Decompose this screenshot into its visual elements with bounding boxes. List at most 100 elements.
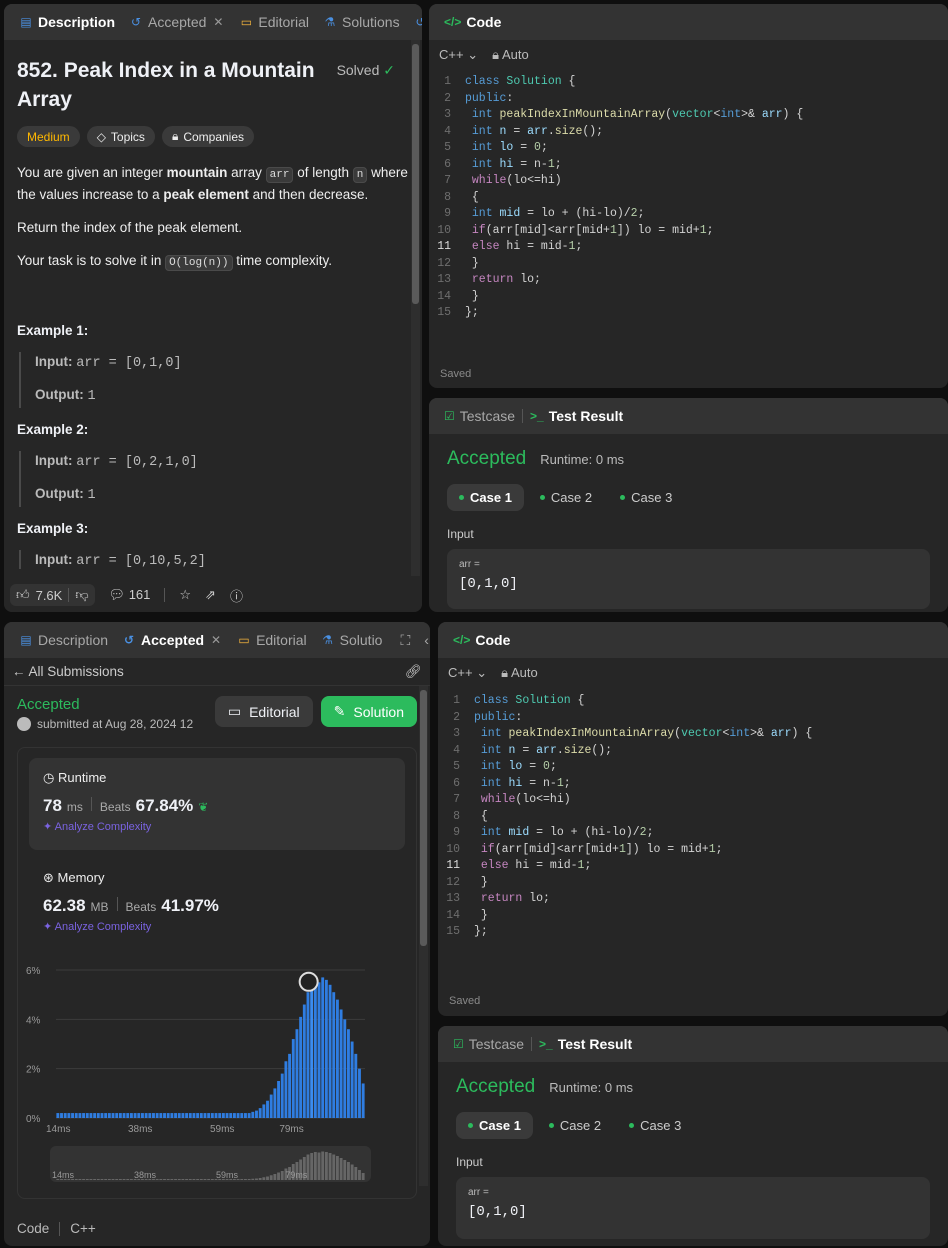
tab-solutions[interactable]: ⚗ Solutio [314, 622, 390, 658]
tab-editorial[interactable]: ▭ Editorial [232, 4, 316, 40]
code-icon: </> [444, 15, 462, 29]
histogram-bar [56, 1113, 60, 1118]
memory-card[interactable]: ⊛ Memory 62.38 MB Beats 41.97% ✦ Analyze… [29, 858, 405, 950]
histogram-bar [104, 1113, 108, 1118]
overview-bar [358, 1170, 361, 1180]
tab-description[interactable]: ▤ Description [12, 4, 122, 40]
tab-code[interactable]: </> Code [437, 4, 508, 40]
overview-bar [269, 1175, 273, 1180]
overview-bar [361, 1173, 365, 1180]
histogram-bar [347, 1029, 350, 1118]
runtime-distribution-chart[interactable]: 6% 4% 2% 0% 14ms 38ms 59ms 79ms 14ms 38ms 59ms 79ms [20, 958, 380, 1190]
tab-submissions[interactable]: ↺S [407, 4, 422, 40]
histogram-bar [218, 1113, 222, 1118]
overview-bar [347, 1162, 350, 1180]
runtime-card[interactable]: ◷ Runtime 78 ms Beats 67.84% ❦ ✦ Analyze… [29, 758, 405, 850]
tab-test-result[interactable]: >_ Test Result [523, 398, 630, 434]
close-icon[interactable]: ✕ [209, 633, 223, 647]
input-label: Input [456, 1155, 483, 1169]
histogram-bar [328, 984, 332, 1118]
editorial-button[interactable]: ▭ Editorial [214, 696, 313, 727]
code-editor[interactable]: 1 class Solution { 2 public: 3 int peakInd… [438, 693, 948, 941]
overview-bar [107, 1179, 111, 1180]
case-3-button[interactable]: Case 3 [617, 1112, 693, 1139]
user-marker [298, 971, 319, 992]
history-icon: ↺ [124, 633, 135, 647]
tag-icon: ◇ [96, 129, 106, 144]
overview-bar [159, 1179, 163, 1180]
histogram-bar [277, 1081, 280, 1118]
companies-chip[interactable]: 🔒︎ Companies [161, 126, 255, 147]
close-icon[interactable]: ✕ [211, 15, 225, 29]
case-1-button[interactable]: Case 1 [447, 484, 524, 511]
examples: Example 1: Input: arr = [0,1,0] Output: … [17, 323, 409, 569]
overview-bar [203, 1179, 207, 1180]
chevron-left-icon[interactable]: ‹ [417, 622, 430, 658]
all-submissions-link[interactable]: ← All Submissions [12, 664, 124, 679]
auto-mode[interactable]: 🔒︎ Auto [501, 665, 538, 681]
analyze-complexity-link[interactable]: ✦ Analyze Complexity [43, 820, 391, 833]
histogram-bar [137, 1113, 141, 1118]
overview-bar [89, 1179, 93, 1180]
expand-icon[interactable]: ⛶ [393, 622, 417, 658]
help-icon[interactable]: ⓘ [230, 586, 243, 605]
histogram-bar [107, 1113, 111, 1118]
case-2-button[interactable]: Case 2 [528, 484, 604, 511]
link-icon[interactable]: 🔗︎ [405, 664, 422, 680]
overview-bar [335, 1156, 339, 1180]
tab-solutions[interactable]: ⚗ Solutions [316, 4, 407, 40]
scrollbar[interactable] [419, 686, 428, 1186]
histogram-bar [96, 1113, 100, 1118]
tab-testcase[interactable]: ☑ Testcase [437, 398, 522, 434]
topics-chip[interactable]: ◇ Topics [86, 126, 155, 147]
language-select[interactable]: C++ ⌄ [448, 665, 487, 681]
star-icon[interactable]: ☆ [179, 587, 191, 603]
histogram-bar [166, 1113, 170, 1118]
scrollbar[interactable] [411, 40, 420, 576]
overview-bar [118, 1179, 122, 1180]
histogram-bar [291, 1039, 295, 1118]
auto-mode[interactable]: 🔒︎ Auto [492, 47, 529, 63]
overview-bar [339, 1158, 343, 1180]
histogram-bar [82, 1113, 86, 1118]
solution-button[interactable]: ✎ Solution [320, 696, 417, 727]
histogram-bar [159, 1113, 163, 1118]
input-var-name: arr = [468, 1187, 489, 1198]
overview-bar [277, 1172, 280, 1180]
code-editor[interactable]: 1 class Solution { 2 public: 3 int peakInd… [429, 74, 948, 322]
tab-editorial[interactable]: ▭ Editorial [230, 622, 314, 658]
histogram-bar [115, 1113, 119, 1118]
tab-accepted[interactable]: ↺ Accepted ✕ [122, 4, 232, 40]
scrollbar-thumb[interactable] [412, 44, 419, 304]
overview-tick-label: 59ms [216, 1170, 239, 1180]
case-3-button[interactable]: Case 3 [608, 484, 684, 511]
thumb-up-icon[interactable]: 👍︎ [16, 587, 30, 603]
tab-description[interactable]: ▤ Description [12, 622, 115, 658]
input-box: arr = [0,1,0] [447, 549, 930, 609]
x-tick-label: 59ms [210, 1124, 234, 1135]
tab-code[interactable]: </> Code [446, 622, 517, 658]
tab-accepted[interactable]: ↺ Accepted ✕ [115, 622, 230, 658]
case-1-button[interactable]: Case 1 [456, 1112, 533, 1139]
thumb-down-icon[interactable]: 👎︎ [75, 587, 88, 603]
tab-testcase[interactable]: ☑ Testcase [446, 1026, 531, 1062]
histogram-bar [317, 982, 321, 1118]
avatar[interactable] [17, 717, 31, 731]
input-value: [0,1,0] [468, 1204, 527, 1220]
input-label: Input [447, 527, 474, 541]
stats-card: ◷ Runtime 78 ms Beats 67.84% ❦ ✦ Analyze… [17, 747, 417, 1199]
tab-test-result[interactable]: >_ Test Result [532, 1026, 639, 1062]
case-2-button[interactable]: Case 2 [537, 1112, 613, 1139]
share-icon[interactable]: ⇗ [205, 587, 216, 603]
histogram-bar [229, 1113, 233, 1118]
edit-icon: ✎ [333, 703, 346, 719]
analyze-complexity-link[interactable]: ✦ Analyze Complexity [43, 920, 391, 933]
overview-bar [100, 1179, 104, 1180]
comments-button[interactable]: 💬︎ 161 [109, 587, 151, 603]
histogram-bar [155, 1113, 159, 1118]
histogram-bar [74, 1113, 78, 1118]
scrollbar-thumb[interactable] [420, 690, 427, 946]
book-icon: ▭ [238, 633, 250, 647]
example-block: Input: arr = [0,1,0] Output: 1 [19, 352, 409, 408]
language-select[interactable]: C++ ⌄ [439, 47, 478, 63]
